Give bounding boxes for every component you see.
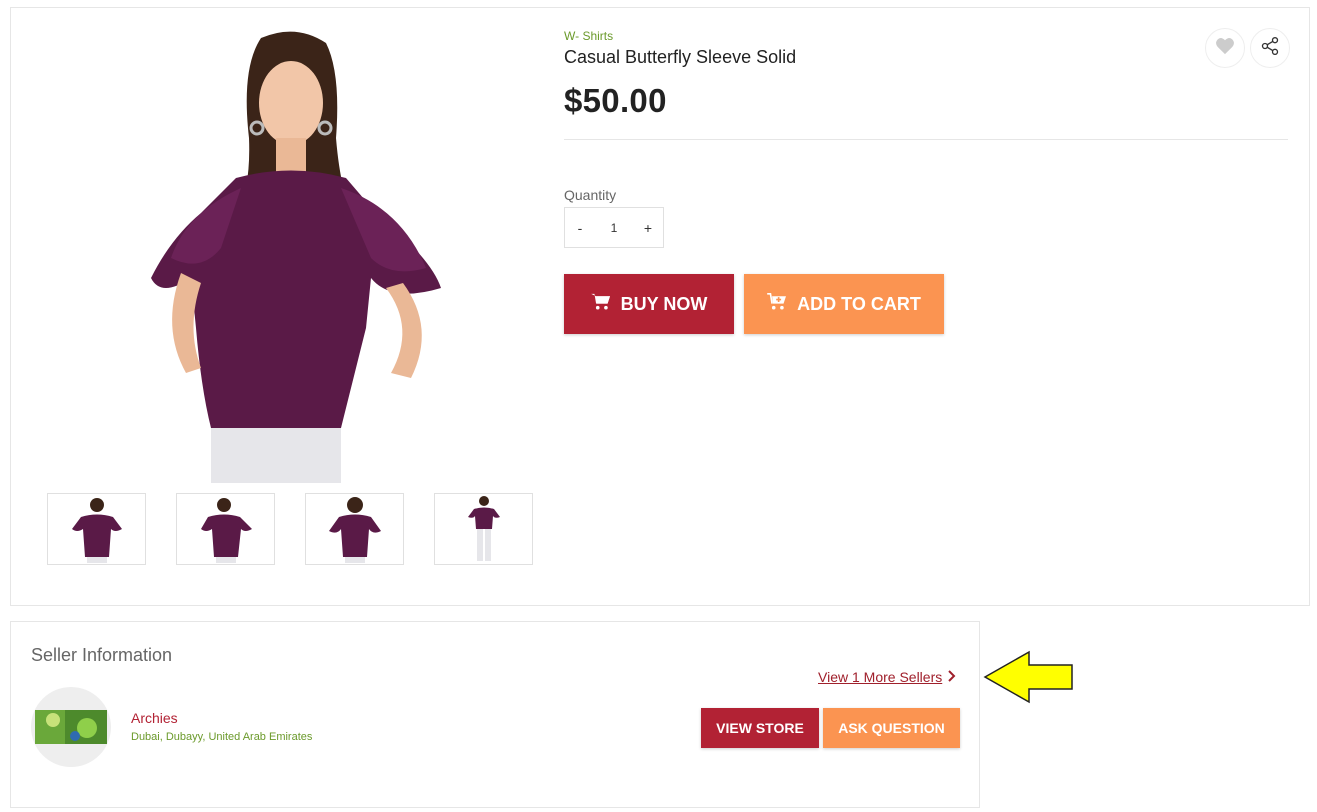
quantity-input[interactable] <box>594 220 634 235</box>
wishlist-button[interactable] <box>1205 28 1245 68</box>
view-store-button[interactable]: VIEW STORE <box>701 708 819 748</box>
product-title: Casual Butterfly Sleeve Solid <box>564 47 797 67</box>
seller-location: Dubai, Dubayy, United Arab Emirates <box>131 731 313 743</box>
seller-heading: Seller Information <box>31 645 173 665</box>
view-more-sellers-link[interactable]: View 1 More Sellers <box>818 669 956 685</box>
product-card: W- Shirts Casual Butterfly Sleeve Solid … <box>10 7 1310 606</box>
chevron-right-icon <box>948 669 956 685</box>
heart-icon <box>1215 37 1235 60</box>
divider <box>564 139 1288 140</box>
quantity-decrement-button[interactable]: - <box>573 220 587 236</box>
product-price: $50.00 <box>564 82 667 119</box>
thumbnail-strip <box>47 493 533 565</box>
add-cart-icon <box>767 292 787 316</box>
thumbnail-image[interactable] <box>47 493 146 565</box>
buy-now-button[interactable]: BUY NOW <box>564 274 734 334</box>
quantity-label: Quantity <box>564 187 617 203</box>
share-button[interactable] <box>1250 28 1290 68</box>
cart-icon <box>590 293 611 316</box>
add-to-cart-button[interactable]: ADD TO CART <box>744 274 944 334</box>
seller-information-card: Seller Information View 1 More Sellers A… <box>10 621 980 808</box>
thumbnail-image[interactable] <box>434 493 533 565</box>
buy-now-label: BUY NOW <box>620 293 708 314</box>
seller-name[interactable]: Archies <box>131 710 178 726</box>
quantity-increment-button[interactable]: + <box>641 220 655 236</box>
more-sellers-label: View 1 More Sellers <box>818 669 943 685</box>
annotation-arrow-icon <box>983 650 1075 709</box>
add-to-cart-label: ADD TO CART <box>797 293 921 314</box>
share-icon <box>1260 36 1280 61</box>
product-main-image[interactable] <box>141 28 451 483</box>
ask-question-button[interactable]: ASK QUESTION <box>823 708 960 748</box>
seller-avatar <box>31 687 111 767</box>
thumbnail-image[interactable] <box>305 493 404 565</box>
product-category[interactable]: W- Shirts <box>564 29 613 43</box>
thumbnail-image[interactable] <box>176 493 275 565</box>
quantity-stepper: - + <box>564 207 664 248</box>
